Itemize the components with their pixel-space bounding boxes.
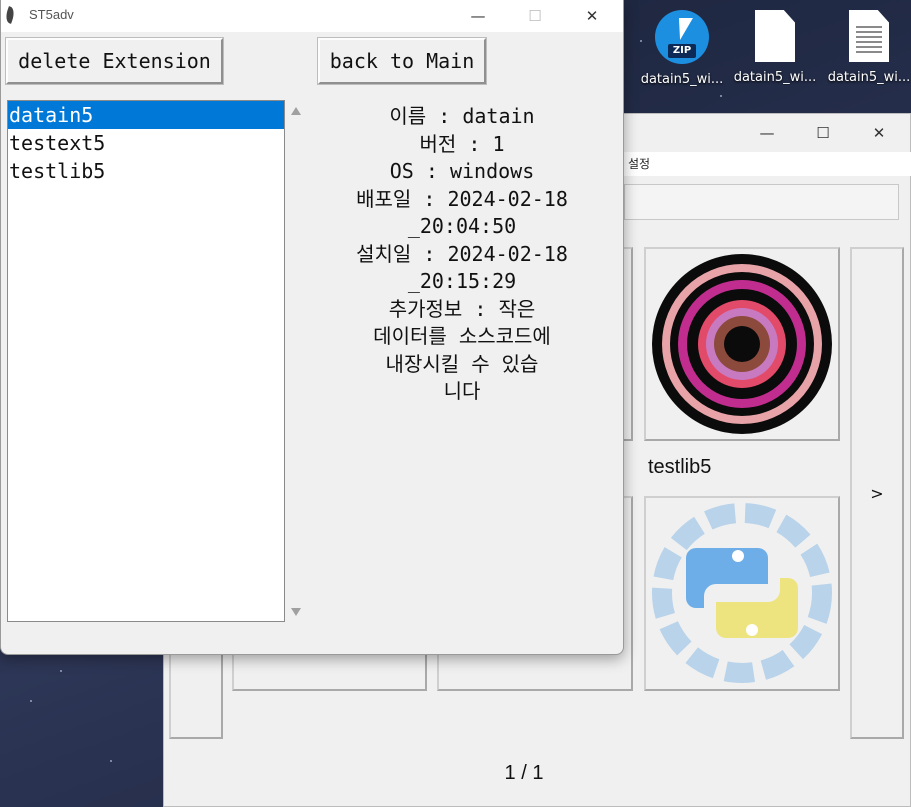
page-indicator: 1 / 1 <box>504 762 544 784</box>
blank-file-icon <box>755 10 795 62</box>
close-button[interactable]: ✕ <box>563 0 621 32</box>
maximize-button[interactable]: ☐ <box>800 114 846 152</box>
list-item[interactable]: testlib5 <box>8 157 284 185</box>
list-item[interactable]: testext5 <box>8 129 284 157</box>
window-titlebar: ST5adv — ☐ ✕ <box>1 0 623 32</box>
desktop-icon-file[interactable]: datain5_wi... <box>733 6 817 85</box>
text-file-icon <box>849 10 889 62</box>
minimize-button[interactable]: — <box>744 114 790 152</box>
zip-archive-icon: ZIP <box>655 10 709 64</box>
info-extra-2: 데이터를 소스코드에 <box>373 324 551 348</box>
list-item[interactable]: datain5 <box>8 101 284 129</box>
desktop-icon-label: datain5_wi... <box>640 72 724 87</box>
window-title: ST5adv <box>29 7 74 22</box>
minimize-button[interactable]: — <box>449 0 507 32</box>
datain5-logo-icon <box>652 254 832 434</box>
extension-tile-testlib5[interactable] <box>644 496 840 691</box>
desktop-icon-label: datain5_wi... <box>733 70 817 85</box>
close-button[interactable]: ✕ <box>856 114 902 152</box>
info-release-date: 배포일 : 2024-02-18 <box>356 186 568 211</box>
info-version: 버전 : 1 <box>419 131 505 156</box>
info-install-time: _20:15:29 <box>407 269 517 293</box>
app-feather-icon <box>3 6 17 24</box>
info-extra-1: 추가정보 : 작은 <box>388 296 536 321</box>
python-logo-icon <box>652 503 832 683</box>
desktop-icon-label: datain5_wi... <box>827 70 911 85</box>
info-os: OS : windows <box>389 159 535 183</box>
search-input[interactable] <box>624 184 899 220</box>
desktop-icon-zip[interactable]: ZIP datain5_wi... <box>640 6 724 87</box>
extension-info-panel: 이름 : datain 버전 : 1 OS : windows 배포일 : 20… <box>307 103 617 406</box>
menu-item-settings[interactable]: 설정 <box>628 155 650 172</box>
info-release-time: _20:04:50 <box>407 214 517 238</box>
st5adv-window: ST5adv — ☐ ✕ delete Extension back to Ma… <box>0 0 624 655</box>
info-name: 이름 : datain <box>389 104 535 128</box>
maximize-button[interactable]: ☐ <box>506 0 564 32</box>
tile-label-testlib5: testlib5 <box>648 456 712 478</box>
info-install-date: 설치일 : 2024-02-18 <box>356 241 568 266</box>
scroll-up-arrow-icon[interactable] <box>291 107 301 115</box>
info-extra-4: 니다 <box>443 379 481 403</box>
back-to-main-button[interactable]: back to Main <box>318 38 486 84</box>
extension-listbox[interactable]: datain5 testext5 testlib5 <box>7 100 285 622</box>
delete-extension-button[interactable]: delete Extension <box>6 38 223 84</box>
extension-tile-datain5[interactable] <box>644 247 840 441</box>
next-page-button[interactable]: > <box>850 247 904 739</box>
info-extra-3: 내장시킬 수 있습 <box>385 351 539 376</box>
listbox-scrollbar[interactable] <box>287 100 305 622</box>
scroll-down-arrow-icon[interactable] <box>291 608 301 616</box>
desktop-icon-textfile[interactable]: datain5_wi... <box>827 6 911 85</box>
